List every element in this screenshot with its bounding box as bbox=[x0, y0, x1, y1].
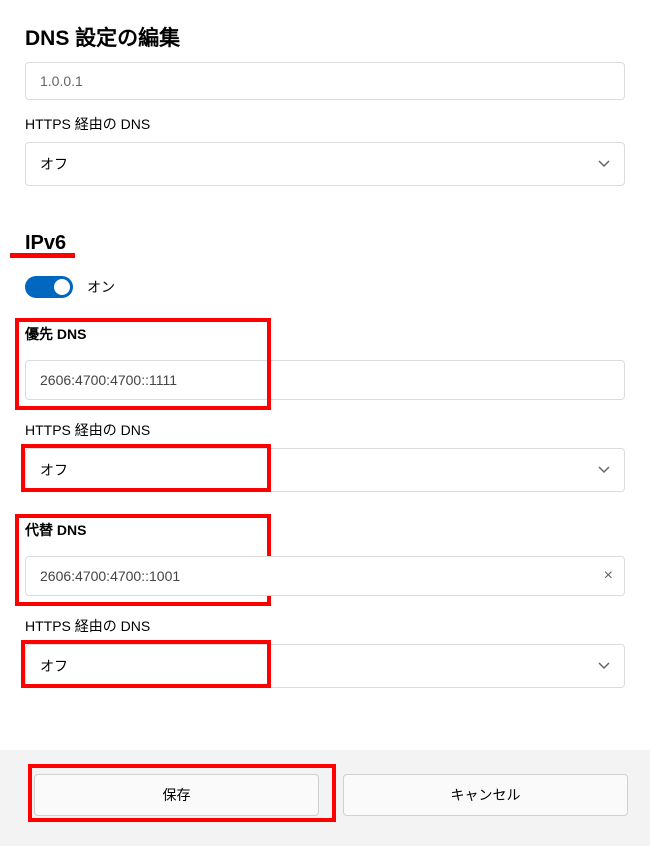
save-button[interactable]: 保存 bbox=[34, 774, 319, 816]
ipv6-primary-dns-label: 優先 DNS bbox=[25, 324, 625, 344]
ipv6-toggle-label: オン bbox=[87, 277, 115, 297]
ipv6-primary-dns-input[interactable]: 2606:4700:4700::1111 bbox=[25, 360, 625, 400]
ipv6-primary-https-select[interactable]: オフ bbox=[25, 448, 625, 492]
ipv6-toggle[interactable] bbox=[25, 276, 73, 298]
chevron-down-icon bbox=[598, 464, 610, 476]
toggle-knob bbox=[54, 279, 70, 295]
ipv6-primary-https-label: HTTPS 経由の DNS bbox=[25, 420, 625, 440]
ipv6-alt-dns-input[interactable]: 2606:4700:4700::1001 bbox=[25, 556, 625, 596]
ipv6-heading: IPv6 bbox=[25, 232, 66, 255]
ipv4-https-dns-label: HTTPS 経由の DNS bbox=[25, 114, 625, 134]
ipv6-alt-https-select[interactable]: オフ bbox=[25, 644, 625, 688]
ipv4-https-dns-select[interactable]: オフ bbox=[25, 142, 625, 186]
chevron-down-icon bbox=[598, 660, 610, 672]
ipv6-alt-https-value: オフ bbox=[40, 656, 68, 676]
dialog-footer: 保存 キャンセル bbox=[0, 750, 650, 846]
ipv6-alt-https-label: HTTPS 経由の DNS bbox=[25, 616, 625, 636]
ipv4-https-dns-value: オフ bbox=[40, 154, 68, 174]
ipv6-primary-https-value: オフ bbox=[40, 460, 68, 480]
cancel-button[interactable]: キャンセル bbox=[343, 774, 628, 816]
ipv6-alt-dns-label: 代替 DNS bbox=[25, 520, 625, 540]
dialog-title: DNS 設定の編集 bbox=[25, 22, 625, 52]
clear-icon[interactable]: × bbox=[604, 567, 613, 585]
ipv4-alt-dns-input[interactable]: 1.0.0.1 bbox=[25, 62, 625, 100]
chevron-down-icon bbox=[598, 158, 610, 170]
